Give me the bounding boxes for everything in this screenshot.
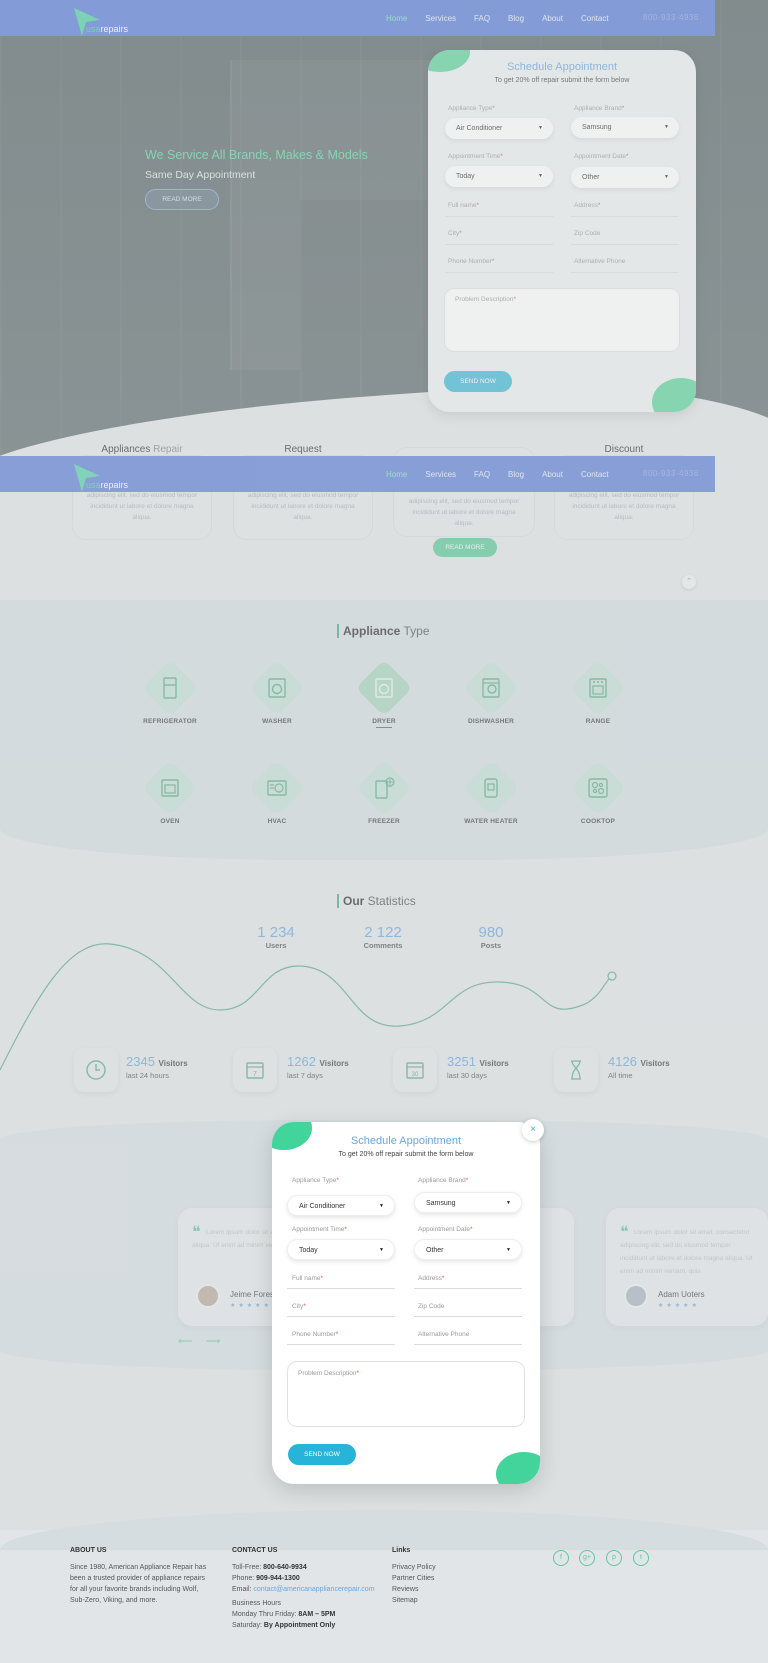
- footer-about-title: ABOUT US: [70, 1547, 107, 1554]
- popup-subtitle: To get 20% off repair submit the form be…: [338, 1151, 474, 1158]
- twitter-icon[interactable]: t: [633, 1550, 649, 1566]
- address-underline[interactable]: [414, 1288, 522, 1289]
- required-mark: *: [344, 1226, 347, 1233]
- footer-link-reviews[interactable]: Reviews: [392, 1584, 492, 1595]
- pinterest-icon[interactable]: p: [606, 1550, 622, 1566]
- required-mark: *: [441, 1275, 445, 1282]
- city-field: City*: [292, 1303, 306, 1310]
- city-underline[interactable]: [287, 1316, 395, 1317]
- appointment-date-label-text: Appointment Date: [418, 1226, 471, 1233]
- phone-underline[interactable]: [287, 1344, 395, 1345]
- appliance-type-label-text: Appliance Type: [292, 1177, 337, 1184]
- tollfree-label: Toll-Free:: [232, 1564, 264, 1571]
- footer-contact-block: Toll-Free: 800-640-9934 Phone: 909-944-1…: [232, 1562, 392, 1631]
- footer-link-privacy[interactable]: Privacy Policy: [392, 1562, 492, 1573]
- phone-label: Phone:: [232, 1575, 257, 1582]
- problem-description-label: Problem Description*: [298, 1370, 359, 1377]
- hours-week: 8AM – 5PM: [298, 1611, 336, 1618]
- alt-phone-field[interactable]: Alternative Phone: [418, 1331, 469, 1338]
- email-label: Email:: [232, 1586, 254, 1593]
- phone-number[interactable]: 909-944-1300: [256, 1575, 300, 1582]
- hours-week-label: Monday Thru Friday:: [232, 1611, 299, 1618]
- phone-field: Phone Number*: [292, 1331, 338, 1338]
- facebook-icon[interactable]: f: [553, 1550, 569, 1566]
- phone-placeholder[interactable]: Phone Number: [292, 1331, 336, 1338]
- footer-links-title: Links: [392, 1547, 411, 1554]
- footer-link-partner-cities[interactable]: Partner Cities: [392, 1573, 492, 1584]
- footer-link-sitemap[interactable]: Sitemap: [392, 1595, 492, 1606]
- full-name-field: Full name*: [292, 1275, 323, 1282]
- zip-field[interactable]: Zip Code: [418, 1303, 444, 1310]
- hours-sat-label: Saturday:: [232, 1622, 264, 1629]
- appliance-type-label: Appliance Type*: [292, 1177, 339, 1184]
- email-link[interactable]: contact@americanappliancerepair.com: [253, 1586, 374, 1593]
- appointment-time-label: Appointment Time*: [292, 1226, 347, 1233]
- close-icon[interactable]: ×: [522, 1119, 544, 1141]
- footer-links-list: Privacy Policy Partner Cities Reviews Si…: [392, 1562, 492, 1606]
- problem-description-textarea[interactable]: Problem Description*: [287, 1361, 525, 1427]
- tollfree-number[interactable]: 800-640-9934: [263, 1564, 307, 1571]
- required-mark: *: [470, 1226, 473, 1233]
- appointment-time-select[interactable]: Today: [287, 1239, 395, 1261]
- appointment-date-select[interactable]: Other: [414, 1239, 522, 1261]
- required-mark: *: [335, 1331, 339, 1338]
- schedule-popup: Schedule Appointment To get 20% off repa…: [272, 1122, 540, 1484]
- popup-title: Schedule Appointment: [350, 1135, 462, 1147]
- appliance-type-select[interactable]: Air Conditioner: [287, 1195, 395, 1217]
- footer-about-text: Since 1980, American Appliance Repair ha…: [70, 1564, 207, 1604]
- city-placeholder[interactable]: City: [292, 1303, 303, 1310]
- appointment-date-label: Appointment Date*: [418, 1226, 473, 1233]
- address-field: Address*: [418, 1275, 444, 1282]
- required-mark: *: [465, 1177, 469, 1184]
- required-mark: *: [336, 1177, 339, 1184]
- problem-description-placeholder: Problem Description: [298, 1370, 357, 1377]
- alt-phone-underline[interactable]: [414, 1344, 522, 1345]
- zip-underline[interactable]: [414, 1316, 522, 1317]
- full-name-placeholder[interactable]: Full name: [292, 1275, 321, 1282]
- popup-corner-decoration: [496, 1452, 540, 1484]
- business-hours-title: Business Hours: [232, 1600, 282, 1607]
- required-mark: *: [356, 1370, 360, 1377]
- appointment-time-label-text: Appointment Time: [292, 1226, 345, 1233]
- required-mark: *: [303, 1303, 306, 1310]
- required-mark: *: [320, 1275, 324, 1282]
- address-placeholder[interactable]: Address: [418, 1275, 442, 1282]
- full-name-underline[interactable]: [287, 1288, 395, 1289]
- google-plus-icon[interactable]: g+: [579, 1550, 595, 1566]
- popup-send-now-button[interactable]: SEND NOW: [288, 1444, 356, 1465]
- appliance-brand-label: Appliance Brand*: [418, 1177, 468, 1184]
- appliance-brand-label-text: Appliance Brand: [418, 1177, 466, 1184]
- hours-sat: By Appointment Only: [263, 1622, 336, 1629]
- appliance-brand-select[interactable]: Samsung: [414, 1192, 522, 1214]
- footer-contact-title: CONTACT US: [232, 1547, 278, 1554]
